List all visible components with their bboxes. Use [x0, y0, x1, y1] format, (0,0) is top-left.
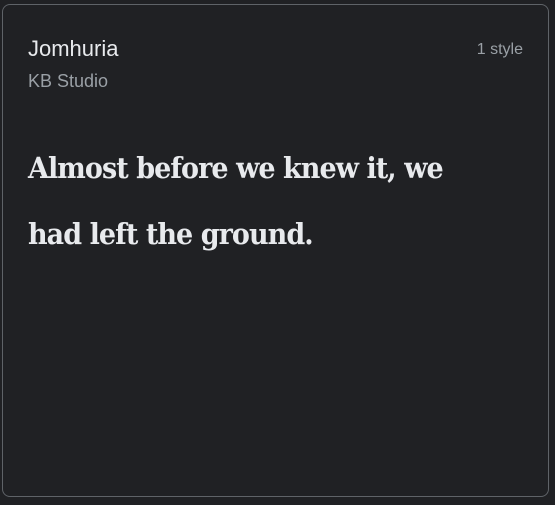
- font-designer: KB Studio: [28, 71, 109, 91]
- font-sample-text: Almost before we knew it, we had left th…: [28, 151, 444, 251]
- font-card[interactable]: Jomhuria KB Studio 1 style Almost before…: [2, 4, 549, 497]
- font-family-name: Jomhuria: [28, 36, 119, 61]
- style-count: 1 style: [476, 41, 523, 58]
